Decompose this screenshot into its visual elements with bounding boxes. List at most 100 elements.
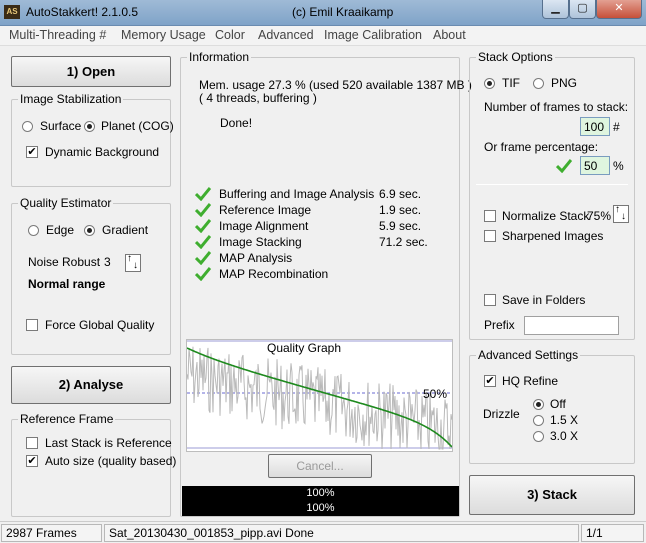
- status-file: Sat_20130430_001853_pipp.avi Done: [104, 524, 579, 542]
- hq-refine-label: HQ Refine: [502, 374, 559, 388]
- done-text: Done!: [220, 116, 253, 130]
- normalize-stack-label: Normalize Stack: [502, 209, 590, 223]
- force-global-quality-label: Force Global Quality: [45, 318, 155, 332]
- quality-graph: Quality Graph 50%: [186, 339, 453, 452]
- drizzle-3-0-radio[interactable]: [533, 431, 544, 442]
- drizzle-off-radio[interactable]: [533, 399, 544, 410]
- quality-graph-plot: [187, 340, 452, 450]
- close-button[interactable]: ✕: [596, 0, 642, 19]
- cancel-button[interactable]: Cancel...: [268, 454, 372, 478]
- last-stack-reference-label: Last Stack is Reference: [45, 436, 172, 450]
- hq-refine-checkbox[interactable]: ✔: [484, 375, 496, 387]
- auto-size-label: Auto size (quality based): [45, 454, 177, 468]
- surface-label: Surface: [40, 119, 82, 133]
- png-radio[interactable]: [533, 78, 544, 89]
- quality-estimator-title: Quality Estimator: [18, 196, 114, 210]
- stack-options-separator: [476, 184, 628, 185]
- edge-label: Edge: [46, 223, 75, 237]
- planet-label: Planet (COG): [101, 119, 174, 133]
- information-title: Information: [187, 50, 252, 64]
- step-name: MAP Analysis: [219, 251, 293, 265]
- sharpened-images-label: Sharpened Images: [502, 229, 604, 243]
- step-name: Image Alignment: [219, 219, 309, 233]
- force-global-quality-checkbox[interactable]: [26, 319, 38, 331]
- information-group: Information Mem. usage 27.3 % (used 520 …: [180, 50, 472, 517]
- normalize-stack-checkbox[interactable]: [484, 210, 496, 222]
- menu-image-calibration[interactable]: Image Calibration: [324, 28, 422, 42]
- menu-bar: Multi-Threading # Memory Usage Color Adv…: [0, 26, 646, 46]
- maximize-button[interactable]: ▢: [569, 0, 596, 19]
- drizzle-label: Drizzle: [483, 407, 520, 421]
- step-time: 1.9 sec.: [379, 203, 422, 217]
- last-stack-reference-checkbox[interactable]: [26, 437, 38, 449]
- edge-radio[interactable]: [28, 225, 39, 236]
- gradient-radio[interactable]: [84, 225, 95, 236]
- minimize-button[interactable]: ▁: [542, 0, 569, 19]
- normalize-spinner[interactable]: [613, 204, 629, 223]
- sharpened-images-checkbox[interactable]: [484, 230, 496, 242]
- step-time: 71.2 sec.: [379, 235, 428, 249]
- dynamic-background-checkbox[interactable]: ✔: [26, 146, 38, 158]
- percent-label: %: [613, 159, 624, 173]
- menu-color[interactable]: Color: [215, 28, 245, 42]
- menu-memory-usage[interactable]: Memory Usage: [121, 28, 206, 42]
- noise-robust-spinner[interactable]: [125, 253, 141, 272]
- tif-label: TIF: [502, 76, 520, 90]
- gradient-label: Gradient: [102, 223, 149, 237]
- stack-button[interactable]: 3) Stack: [469, 475, 635, 515]
- window-author: (c) Emil Kraaikamp: [292, 5, 394, 19]
- status-page: 1/1: [581, 524, 644, 542]
- analyse-button[interactable]: 2) Analyse: [11, 366, 171, 404]
- checkmark-icon: [195, 235, 211, 249]
- frames-hash-label: #: [613, 120, 620, 134]
- normal-range-label: Normal range: [28, 277, 106, 291]
- progress-area: 100% 100%: [182, 486, 459, 516]
- advanced-settings-title: Advanced Settings: [476, 348, 581, 362]
- step-time: 5.9 sec.: [379, 219, 422, 233]
- status-frames: 2987 Frames: [1, 524, 102, 542]
- normalize-stack-value: 75%: [587, 209, 612, 223]
- checkmark-icon: [195, 187, 211, 201]
- menu-advanced[interactable]: Advanced: [258, 28, 314, 42]
- quality-estimator-group: Quality Estimator Edge Gradient Noise Ro…: [11, 196, 171, 355]
- checkmark-icon: [195, 267, 211, 281]
- surface-radio[interactable]: [22, 121, 33, 132]
- step-name: Buffering and Image Analysis: [219, 187, 375, 201]
- checkmark-icon: [556, 159, 572, 173]
- save-in-folders-label: Save in Folders: [502, 293, 586, 307]
- drizzle-1-5-radio[interactable]: [533, 415, 544, 426]
- drizzle-3-0-label: 3.0 X: [550, 429, 579, 443]
- drizzle-off-label: Off: [550, 397, 566, 411]
- stack-options-title: Stack Options: [476, 50, 555, 64]
- app-icon: AS: [4, 5, 20, 19]
- title-bar: AS AutoStakkert! 2.1.0.5 (c) Emil Kraaik…: [0, 0, 646, 26]
- advanced-settings-group: Advanced Settings ✔ HQ Refine Drizzle Of…: [469, 348, 635, 464]
- drizzle-1-5-label: 1.5 X: [550, 413, 579, 427]
- menu-about[interactable]: About: [433, 28, 466, 42]
- threads-text: ( 4 threads, buffering ): [199, 91, 317, 105]
- frame-percentage-label: Or frame percentage:: [484, 140, 599, 154]
- tif-radio[interactable]: [484, 78, 495, 89]
- number-of-frames-label: Number of frames to stack:: [484, 100, 629, 114]
- quality-graph-percentage: 50%: [423, 387, 448, 401]
- save-in-folders-checkbox[interactable]: [484, 294, 496, 306]
- step-name: Image Stacking: [219, 235, 302, 249]
- prefix-label: Prefix: [484, 318, 515, 332]
- step-name: Reference Image: [219, 203, 312, 217]
- checkmark-icon: [195, 203, 211, 217]
- quality-graph-title: Quality Graph: [267, 341, 342, 355]
- memory-usage-text: Mem. usage 27.3 % (used 520 available 13…: [199, 78, 472, 92]
- planet-radio[interactable]: [84, 121, 95, 132]
- step-name: MAP Recombination: [219, 267, 329, 281]
- stack-options-group: Stack Options TIF PNG Number of frames t…: [469, 50, 635, 340]
- auto-size-checkbox[interactable]: ✔: [26, 455, 38, 467]
- step-time: 6.9 sec.: [379, 187, 422, 201]
- image-stabilization-title: Image Stabilization: [18, 92, 124, 106]
- menu-multithreading[interactable]: Multi-Threading #: [9, 28, 106, 42]
- prefix-input[interactable]: [524, 316, 619, 335]
- number-of-frames-input[interactable]: 100: [580, 117, 610, 136]
- frame-percentage-input[interactable]: 50: [580, 156, 610, 175]
- reference-frame-group: Reference Frame Last Stack is Reference …: [11, 412, 176, 517]
- open-button[interactable]: 1) Open: [11, 56, 171, 87]
- window-title: AutoStakkert! 2.1.0.5: [26, 5, 139, 19]
